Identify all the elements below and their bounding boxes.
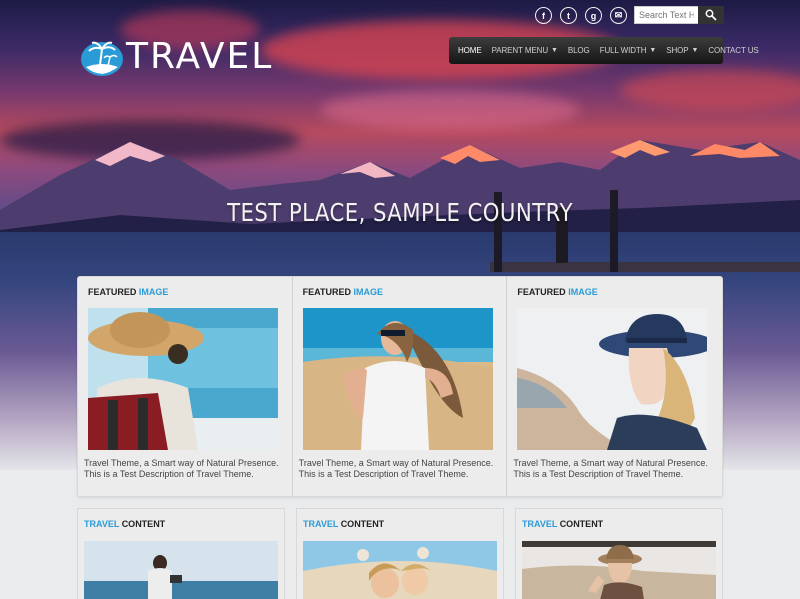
search-icon bbox=[705, 9, 717, 21]
caret-down-icon: ▼ bbox=[551, 47, 558, 54]
featured-heading: FEATURED IMAGE bbox=[517, 287, 722, 301]
content-image[interactable] bbox=[522, 541, 716, 599]
nav-item-shop[interactable]: Shop ▼ bbox=[661, 46, 703, 55]
featured-description: Travel Theme, a Smart way of Natural Pre… bbox=[84, 458, 279, 479]
heading-main: FEATURED bbox=[302, 287, 352, 297]
featured-image[interactable] bbox=[517, 308, 708, 450]
featured-heading: FEATURED IMAGE bbox=[88, 287, 292, 301]
google-plus-icon[interactable]: g bbox=[585, 7, 602, 24]
heading-accent: TRAVEL bbox=[303, 519, 339, 529]
main-navigation: Home Parent Menu ▼ Blog Full Width ▼ Shop ▼… bbox=[449, 37, 759, 64]
featured-heading: FEATURED IMAGE bbox=[303, 287, 507, 301]
nav-item-full-width[interactable]: Full Width ▼ bbox=[595, 46, 662, 55]
nav-label: Home bbox=[458, 46, 482, 55]
nav-item-home[interactable]: Home bbox=[453, 46, 487, 55]
caret-down-icon: ▼ bbox=[691, 47, 699, 54]
cloud bbox=[620, 70, 800, 110]
nav-item-parent-menu[interactable]: Parent Menu ▼ bbox=[487, 46, 563, 55]
search-box bbox=[634, 6, 724, 24]
nav-item-blog[interactable]: Blog bbox=[563, 46, 595, 55]
content-image[interactable] bbox=[303, 541, 497, 599]
featured-image[interactable] bbox=[302, 308, 493, 450]
twitter-icon[interactable]: t bbox=[560, 7, 577, 24]
featured-item: FEATURED IMAGE Travel Theme, a Smart way… bbox=[507, 277, 722, 496]
logo-text: TRAVEL bbox=[126, 36, 274, 77]
caret-down-icon: ▼ bbox=[649, 47, 657, 54]
featured-description: Travel Theme, a Smart way of Natural Pre… bbox=[513, 458, 708, 479]
featured-item: FEATURED IMAGE Travel Theme, a Smart way… bbox=[293, 277, 508, 496]
nav-label: Shop bbox=[666, 46, 689, 55]
heading-main: FEATURED bbox=[88, 287, 137, 297]
heading-accent: IMAGE bbox=[138, 287, 169, 297]
featured-description: Travel Theme, a Smart way of Natural Pre… bbox=[298, 458, 494, 479]
dock bbox=[490, 262, 800, 272]
heading-accent: IMAGE bbox=[568, 287, 598, 297]
content-heading: TRAVEL CONTENT bbox=[522, 519, 722, 531]
social-links: f t g ✉ bbox=[535, 7, 627, 24]
content-card: TRAVEL CONTENT bbox=[77, 508, 285, 599]
palm-island-icon bbox=[81, 41, 123, 76]
search-input[interactable] bbox=[634, 6, 698, 24]
content-card: TRAVEL CONTENT bbox=[296, 508, 504, 599]
heading-accent: TRAVEL bbox=[522, 519, 558, 529]
site-logo[interactable]: TRAVEL bbox=[80, 36, 273, 77]
hero-title: TEST PLACE, SAMPLE COUNTRY bbox=[227, 198, 573, 227]
heading-main: CONTENT bbox=[121, 519, 166, 529]
nav-label: Blog bbox=[567, 46, 590, 55]
featured-image[interactable] bbox=[88, 308, 278, 450]
search-button[interactable] bbox=[698, 6, 724, 24]
heading-accent: TRAVEL bbox=[84, 519, 120, 529]
nav-label: Full Width bbox=[599, 46, 647, 55]
nav-label: Contact Us bbox=[708, 46, 759, 55]
heading-accent: IMAGE bbox=[353, 287, 384, 297]
content-card: TRAVEL CONTENT bbox=[515, 508, 723, 599]
featured-item: FEATURED IMAGE Travel Theme, a Smart way… bbox=[78, 277, 293, 496]
email-icon[interactable]: ✉ bbox=[610, 7, 627, 24]
nav-label: Parent Menu bbox=[491, 46, 548, 55]
nav-item-contact-us[interactable]: Contact Us bbox=[703, 46, 763, 55]
heading-main: CONTENT bbox=[340, 519, 385, 529]
featured-panel: FEATURED IMAGE Travel Theme, a Smart way… bbox=[77, 276, 723, 497]
content-heading: TRAVEL CONTENT bbox=[303, 519, 503, 531]
heading-main: FEATURED bbox=[517, 287, 566, 297]
facebook-icon[interactable]: f bbox=[535, 7, 552, 24]
content-heading: TRAVEL CONTENT bbox=[84, 519, 284, 531]
content-image[interactable] bbox=[84, 541, 278, 599]
heading-main: CONTENT bbox=[559, 519, 604, 529]
